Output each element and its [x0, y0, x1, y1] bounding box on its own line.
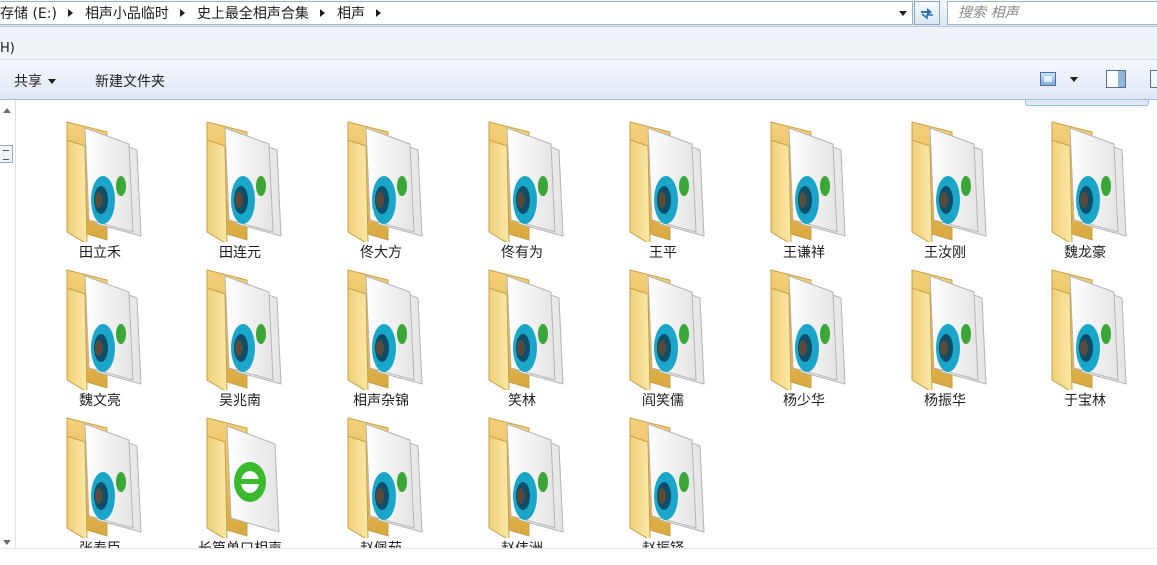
folder-item[interactable]: 田立禾 [35, 110, 165, 261]
folder-item[interactable]: 佟大方 [316, 110, 446, 261]
scroll-up-icon[interactable] [3, 108, 11, 113]
folder-media-icon [344, 268, 430, 390]
folder-item[interactable]: 王谦祥 [739, 110, 869, 261]
address-bar-row: 存储 (E:) 相声小品临时 史上最全相声合集 相声 [0, 0, 1157, 27]
folder-item[interactable]: 张寿臣 [35, 406, 165, 557]
folder-item[interactable]: 佟有为 [457, 110, 587, 261]
folder-media-icon [203, 120, 289, 242]
crumb-label: 相声 [336, 6, 365, 22]
folder-media-icon [344, 416, 430, 538]
folder-item[interactable]: 笑林 [457, 258, 587, 409]
new-folder-label: 新建文件夹 [95, 74, 165, 90]
search-input[interactable] [958, 5, 1148, 21]
crumb-folder-1[interactable]: 相声小品临时 [85, 2, 191, 24]
address-box[interactable]: 存储 (E:) 相声小品临时 史上最全相声合集 相声 [0, 1, 913, 25]
folder-media-icon [485, 416, 571, 538]
folder-media-icon [485, 268, 571, 390]
folder-media-icon [626, 416, 712, 538]
folder-item[interactable]: 赵伟洲 [457, 406, 587, 557]
chevron-right-icon[interactable] [63, 2, 79, 24]
folder-media-icon [626, 268, 712, 390]
preview-pane-icon[interactable] [1106, 70, 1126, 88]
crumb-folder-3[interactable]: 相声 [337, 2, 387, 24]
crumb-folder-2[interactable]: 史上最全相声合集 [197, 2, 331, 24]
folder-item[interactable]: 魏龙豪 [1020, 110, 1150, 261]
folder-item[interactable]: 长篇单口相声 [175, 406, 305, 557]
address-dropdown-icon[interactable] [894, 2, 912, 24]
previous-row-fragment [17, 100, 1157, 104]
refresh-icon [921, 8, 933, 20]
folder-item[interactable]: 王汝刚 [880, 110, 1010, 261]
folder-item[interactable]: 吴兆南 [175, 258, 305, 409]
folder-item[interactable]: 相声杂锦 [316, 258, 446, 409]
search-box[interactable] [947, 1, 1157, 25]
help-icon[interactable] [1150, 70, 1157, 88]
chevron-right-icon[interactable] [175, 2, 191, 24]
selected-item-fragment[interactable] [1025, 100, 1149, 106]
scroll-down-icon[interactable] [3, 540, 11, 545]
folder-item[interactable]: 阎笑儒 [598, 258, 728, 409]
share-label: 共享 [14, 74, 42, 90]
folder-media-icon [908, 268, 994, 390]
caret-down-icon [48, 78, 56, 84]
new-folder-button[interactable]: 新建文件夹 [95, 71, 165, 91]
folder-media-icon [63, 416, 149, 538]
crumb-label: 相声小品临时 [84, 6, 169, 22]
refresh-button[interactable] [914, 1, 940, 25]
folder-item[interactable]: 杨少华 [739, 258, 869, 409]
navigation-pane-edge [0, 100, 16, 565]
folder-label: 杨少华 [783, 393, 825, 409]
command-toolbar: 共享 新建文件夹 [0, 60, 1157, 100]
folder-media-icon [1048, 268, 1134, 390]
share-button[interactable]: 共享 [14, 71, 56, 91]
folder-media-icon [767, 120, 853, 242]
folder-media-icon [767, 268, 853, 390]
menu-gap [0, 27, 1157, 38]
folder-media-icon [344, 120, 430, 242]
menu-bar: H) [0, 38, 1157, 60]
folder-browser-icon [203, 416, 289, 538]
scroll-thumb[interactable] [0, 145, 13, 163]
folder-item[interactable]: 杨振华 [880, 258, 1010, 409]
crumb-label: 存储 (E:) [0, 6, 57, 22]
status-bar [0, 548, 1157, 565]
folder-label: 于宝林 [1064, 393, 1106, 409]
view-options-dropdown-icon[interactable] [1070, 77, 1078, 82]
crumb-drive[interactable]: 存储 (E:) [0, 2, 79, 24]
folder-item[interactable]: 田连元 [175, 110, 305, 261]
folder-label: 杨振华 [924, 393, 966, 409]
chevron-right-icon[interactable] [315, 2, 331, 24]
folder-item[interactable]: 赵佩茹 [316, 406, 446, 557]
folder-item[interactable]: 魏文亮 [35, 258, 165, 409]
folder-media-icon [63, 268, 149, 390]
folder-media-icon [485, 120, 571, 242]
file-list-view: 田立禾 田连元 佟大方 佟有为 王平 王谦祥 王汝刚 魏龙豪魏文亮 吴兆南 相声杂锦 笑林 阎笑儒杨少… [17, 100, 1157, 565]
menu-help[interactable]: H) [0, 41, 15, 56]
change-view-icon[interactable] [1040, 72, 1056, 86]
folder-media-icon [626, 120, 712, 242]
folder-media-icon [908, 120, 994, 242]
folder-item[interactable]: 赵振铎 [598, 406, 728, 557]
folder-media-icon [1048, 120, 1134, 242]
chevron-right-icon[interactable] [371, 2, 387, 24]
folder-item[interactable]: 王平 [598, 110, 728, 261]
folder-media-icon [203, 268, 289, 390]
folder-item[interactable]: 于宝林 [1020, 258, 1150, 409]
folder-media-icon [63, 120, 149, 242]
crumb-label: 史上最全相声合集 [196, 6, 309, 22]
